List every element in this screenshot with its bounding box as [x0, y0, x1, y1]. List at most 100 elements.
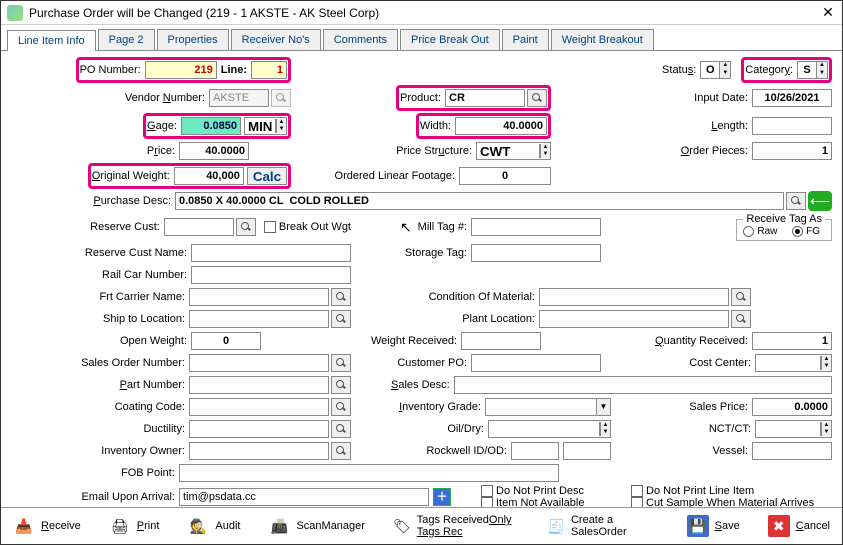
chevron-down-icon[interactable]: ▼ — [276, 126, 286, 133]
width-field[interactable] — [455, 117, 547, 135]
print-button[interactable]: 🖨 Print — [103, 513, 166, 539]
item-not-available-checkbox[interactable] — [481, 497, 493, 507]
sales-desc-field[interactable] — [454, 376, 832, 394]
customer-po-field[interactable] — [471, 354, 601, 372]
chevron-down-icon[interactable]: ▼ — [821, 429, 831, 436]
chevron-up-icon[interactable]: ▲ — [540, 144, 550, 151]
chevron-up-icon[interactable]: ▲ — [600, 422, 610, 429]
rockwell-id-field[interactable] — [511, 442, 559, 460]
receive-button[interactable]: 📥 Receive — [7, 513, 87, 539]
sales-price-field[interactable] — [752, 398, 832, 416]
coating-code-lookup-icon[interactable] — [331, 398, 351, 416]
raw-radio[interactable] — [743, 226, 754, 237]
condition-of-material-field[interactable] — [539, 288, 729, 306]
rail-car-number-field[interactable] — [191, 266, 351, 284]
chevron-up-icon[interactable]: ▲ — [719, 62, 730, 70]
chevron-up-icon[interactable]: ▲ — [816, 62, 827, 70]
frt-carrier-name-field[interactable] — [189, 288, 329, 306]
email-upon-arrival-field[interactable] — [179, 488, 429, 506]
part-number-field[interactable] — [189, 376, 329, 394]
chevron-down-icon[interactable]: ▼ — [600, 429, 610, 436]
cut-sample-checkbox[interactable] — [631, 497, 643, 507]
tab-receiver-nos[interactable]: Receiver No's — [231, 29, 321, 50]
status-spinner[interactable]: ▲▼ — [700, 61, 731, 79]
reserve-cust-field[interactable] — [164, 218, 234, 236]
vendor-lookup-icon[interactable] — [271, 89, 291, 107]
order-pieces-field[interactable] — [752, 142, 832, 160]
weight-received-field[interactable] — [461, 332, 541, 350]
length-field[interactable] — [752, 117, 832, 135]
fg-radio[interactable] — [792, 226, 803, 237]
tags-received-button[interactable]: 🏷 Tags ReceivedOnly Tags Rec — [387, 512, 526, 540]
plant-location-field[interactable] — [539, 310, 729, 328]
scan-manager-button[interactable]: 📠 ScanManager — [262, 513, 371, 539]
original-weight-field[interactable] — [174, 167, 244, 185]
status-field[interactable] — [701, 62, 719, 78]
tab-comments[interactable]: Comments — [323, 29, 398, 50]
cancel-button[interactable]: ✖ Cancel — [762, 513, 836, 539]
gage-unit-field[interactable] — [245, 118, 275, 134]
product-field[interactable] — [445, 89, 525, 107]
sales-order-number-field[interactable] — [189, 354, 329, 372]
cost-center-field[interactable] — [756, 355, 820, 371]
do-not-print-desc-checkbox[interactable] — [481, 485, 493, 497]
nct-ct-field[interactable] — [756, 421, 820, 437]
vessel-field[interactable] — [752, 442, 832, 460]
coating-code-field[interactable] — [189, 398, 329, 416]
break-out-wgt-checkbox[interactable] — [264, 221, 276, 233]
plant-location-lookup-icon[interactable] — [731, 310, 751, 328]
chevron-down-icon[interactable]: ▼ — [821, 363, 831, 370]
reserve-cust-lookup-icon[interactable] — [236, 218, 256, 236]
sales-order-lookup-icon[interactable] — [331, 354, 351, 372]
po-number-field[interactable] — [145, 61, 217, 79]
line-field[interactable] — [251, 61, 287, 79]
rockwell-od-field[interactable] — [563, 442, 611, 460]
inventory-owner-lookup-icon[interactable] — [331, 442, 351, 460]
add-email-button[interactable]: ＋ — [433, 488, 451, 506]
price-field[interactable] — [179, 142, 249, 160]
save-button[interactable]: 💾 Save — [681, 513, 746, 539]
category-spinner[interactable]: ▲▼ — [797, 61, 828, 79]
chevron-down-icon[interactable]: ▼ — [719, 70, 730, 78]
calc-button[interactable]: Calc — [247, 167, 287, 185]
price-structure-field[interactable] — [477, 143, 539, 159]
tab-price-break-out[interactable]: Price Break Out — [400, 29, 500, 50]
tab-properties[interactable]: Properties — [157, 29, 229, 50]
oil-dry-field[interactable] — [489, 421, 599, 437]
inventory-grade-field[interactable] — [486, 399, 596, 415]
inventory-owner-field[interactable] — [189, 442, 329, 460]
fob-point-field[interactable] — [179, 464, 559, 482]
chevron-up-icon[interactable]: ▲ — [276, 119, 286, 126]
mill-tag-field[interactable] — [471, 218, 601, 236]
ship-to-location-field[interactable] — [189, 310, 329, 328]
condition-lookup-icon[interactable] — [731, 288, 751, 306]
quantity-received-field[interactable] — [752, 332, 832, 350]
chevron-up-icon[interactable]: ▲ — [821, 356, 831, 363]
ship-to-lookup-icon[interactable] — [331, 310, 351, 328]
frt-carrier-lookup-icon[interactable] — [331, 288, 351, 306]
product-lookup-icon[interactable] — [527, 89, 547, 107]
tab-line-item-info[interactable]: Line Item Info — [7, 30, 96, 51]
audit-button[interactable]: 🕵 Audit — [181, 513, 246, 539]
part-number-lookup-icon[interactable] — [331, 376, 351, 394]
open-weight-field[interactable] — [191, 332, 261, 350]
gage-field[interactable] — [181, 117, 241, 135]
purchase-desc-field[interactable] — [175, 192, 784, 210]
vendor-number-field[interactable] — [209, 89, 269, 107]
close-icon[interactable]: ✕ — [820, 5, 836, 21]
ductility-lookup-icon[interactable] — [331, 420, 351, 438]
reserve-cust-name-field[interactable] — [191, 244, 351, 262]
tab-paint[interactable]: Paint — [502, 29, 549, 50]
chevron-down-icon[interactable]: ▼ — [596, 399, 610, 415]
purchase-desc-lookup-icon[interactable] — [786, 192, 806, 210]
do-not-print-line-item-checkbox[interactable] — [631, 485, 643, 497]
tab-weight-breakout[interactable]: Weight Breakout — [551, 29, 654, 50]
create-sales-order-button[interactable]: 🧾 Create a SalesOrder — [542, 512, 649, 540]
category-field[interactable] — [798, 62, 816, 78]
chevron-down-icon[interactable]: ▼ — [540, 151, 550, 158]
tab-page-2[interactable]: Page 2 — [98, 29, 155, 50]
back-icon[interactable]: ⟵ — [808, 191, 832, 211]
ductility-field[interactable] — [189, 420, 329, 438]
chevron-up-icon[interactable]: ▲ — [821, 422, 831, 429]
storage-tag-field[interactable] — [471, 244, 601, 262]
